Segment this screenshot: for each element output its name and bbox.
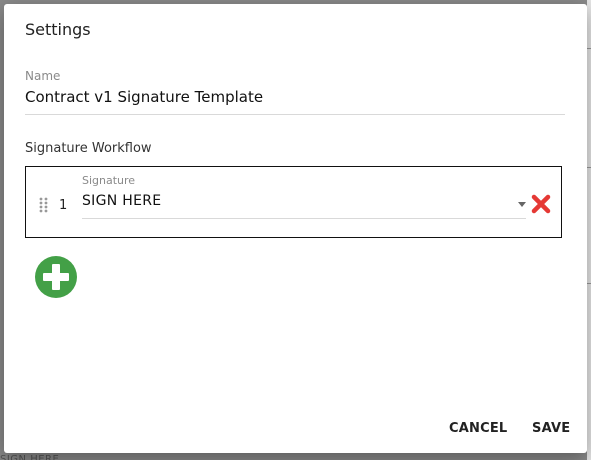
add-step-button[interactable] [34,255,78,299]
signature-select-value: SIGN HERE [82,193,162,209]
signature-select[interactable]: SIGN HERE [82,191,526,219]
cancel-button[interactable]: CANCEL [449,421,507,436]
background-page-edge [587,0,591,460]
remove-step-button[interactable] [529,192,553,216]
background-divider [587,48,591,49]
dialog-title: Settings [25,20,91,39]
name-field-underline [25,114,565,115]
step-number: 1 [59,198,68,213]
name-field[interactable]: Contract v1 Signature Template [25,88,263,106]
close-x-icon [531,194,551,214]
plus-circle-icon [35,256,77,298]
save-button[interactable]: SAVE [532,421,570,436]
signature-workflow-label: Signature Workflow [25,141,152,156]
background-divider [587,167,591,168]
chevron-down-icon[interactable] [518,202,526,207]
background-divider [587,283,591,284]
background-partial-text: SIGN HERE [0,454,60,460]
settings-dialog: Settings Name Contract v1 Signature Temp… [4,4,587,453]
name-field-label: Name [25,69,61,83]
signature-workflow-list: 1 Signature SIGN HERE [25,166,562,238]
signature-field-label: Signature [82,174,136,187]
drag-handle-icon[interactable] [39,197,49,213]
